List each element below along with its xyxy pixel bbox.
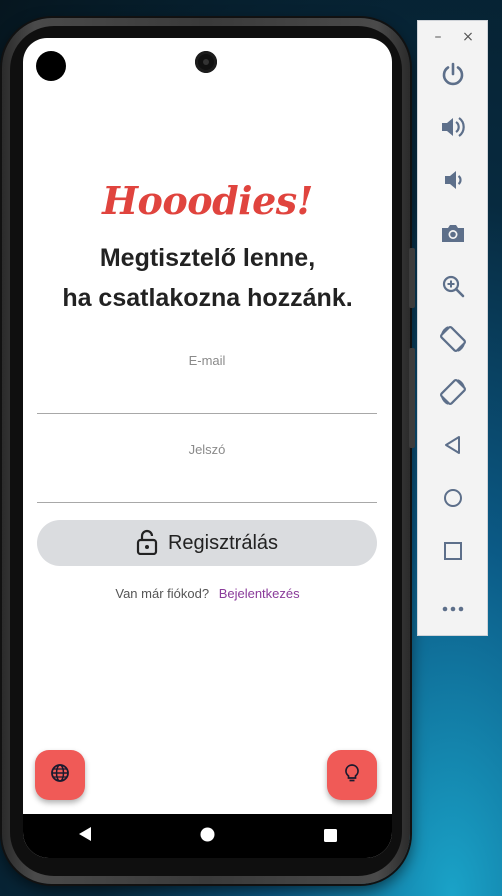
- phone-side-button: [409, 248, 415, 308]
- toolbar-home-button[interactable]: [433, 480, 473, 520]
- toolbar-overview-button[interactable]: [433, 533, 473, 573]
- toolbar-window-controls: – ×: [418, 27, 489, 49]
- password-label: Jelszó: [188, 442, 226, 457]
- welcome-headline: Megtisztelő lenne, ha csatlakozna hozzán…: [23, 238, 392, 318]
- headline-line-2: ha csatlakozna hozzánk.: [62, 284, 353, 312]
- nav-back-button[interactable]: [65, 821, 105, 851]
- overview-icon: [444, 542, 462, 564]
- volume-up-icon: [439, 114, 467, 144]
- app-logo-text: Hooodies!: [102, 178, 313, 223]
- back-triangle-icon: [78, 826, 92, 846]
- unlock-icon: [136, 529, 158, 558]
- minimize-button[interactable]: –: [428, 27, 448, 47]
- login-prompt-text: Van már fiókod?: [115, 586, 210, 601]
- zoom-button[interactable]: [433, 268, 473, 308]
- close-button[interactable]: ×: [458, 27, 478, 47]
- power-icon: [440, 61, 466, 91]
- toolbar-back-button[interactable]: [433, 427, 473, 467]
- login-prompt-row: Van már fiókod? Bejelentkezés: [23, 586, 392, 601]
- home-circle-icon: [200, 827, 215, 846]
- volume-down-icon: [441, 168, 465, 196]
- front-camera: [195, 51, 217, 73]
- toolbar-more-button[interactable]: [433, 586, 473, 626]
- zoom-icon: [441, 274, 465, 302]
- email-label: E-mail: [188, 353, 226, 368]
- android-nav-bar: [23, 814, 392, 858]
- rotate-right-icon: [438, 377, 468, 411]
- screenshot-button[interactable]: [433, 215, 473, 255]
- register-button-label: Regisztrálás: [167, 531, 279, 554]
- status-bar: [23, 38, 392, 88]
- rotate-left-icon: [438, 324, 468, 358]
- back-icon: [443, 435, 463, 459]
- tips-fab[interactable]: [327, 750, 377, 800]
- emulator-toolbar: – ×: [417, 20, 488, 636]
- power-button[interactable]: [433, 56, 473, 96]
- language-fab[interactable]: [35, 750, 85, 800]
- login-link[interactable]: Bejelentkezés: [219, 586, 300, 601]
- volume-down-button[interactable]: [433, 162, 473, 202]
- more-icon: [442, 597, 464, 616]
- headline-line-1: Megtisztelő lenne,: [99, 244, 316, 272]
- lightbulb-icon: [342, 763, 362, 787]
- recents-square-icon: [324, 827, 337, 846]
- password-field[interactable]: [37, 472, 377, 503]
- status-indicator-dot: [36, 51, 66, 81]
- globe-icon: [50, 763, 70, 787]
- nav-home-button[interactable]: [188, 821, 228, 851]
- register-button[interactable]: Regisztrálás: [37, 520, 377, 566]
- camera-icon: [440, 222, 466, 248]
- email-field[interactable]: [37, 383, 377, 414]
- volume-up-button[interactable]: [433, 109, 473, 149]
- rotate-left-button[interactable]: [433, 321, 473, 361]
- rotate-right-button[interactable]: [433, 374, 473, 414]
- home-icon: [443, 488, 463, 512]
- phone-volume-button: [409, 348, 415, 448]
- nav-recents-button[interactable]: [311, 821, 351, 851]
- app-screen: Hooodies! Megtisztelő lenne, ha csatlako…: [23, 38, 392, 858]
